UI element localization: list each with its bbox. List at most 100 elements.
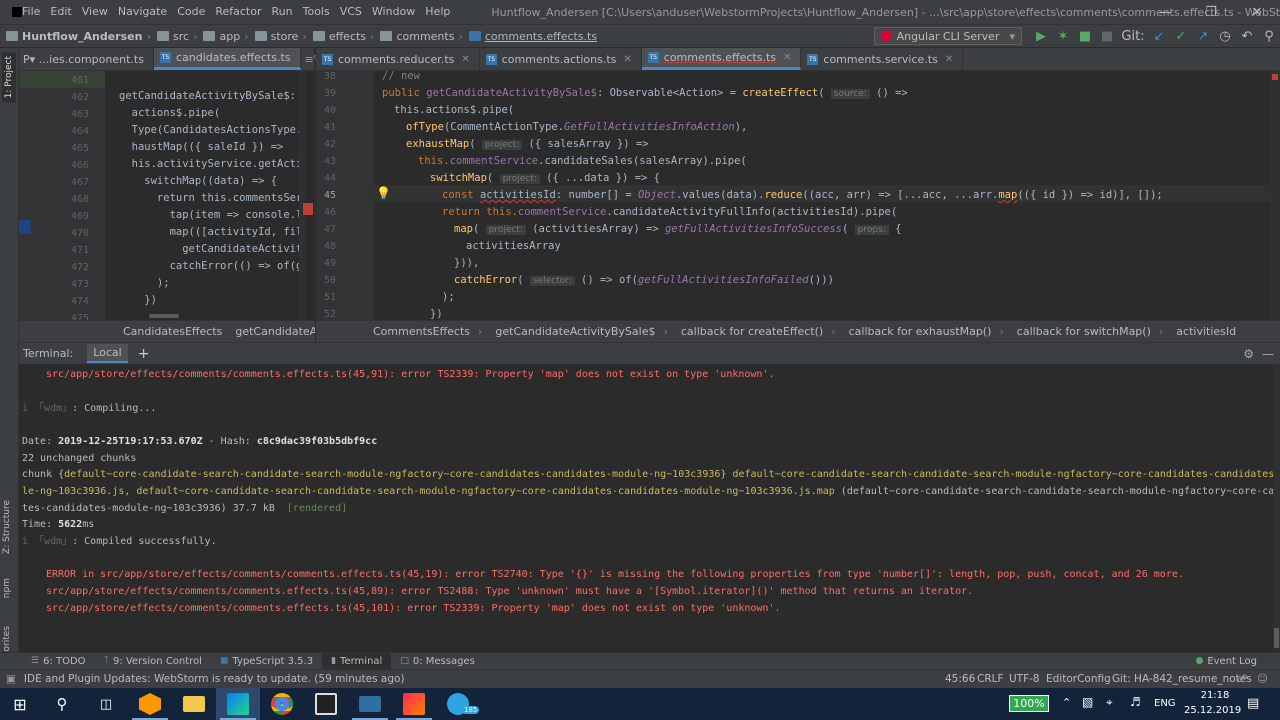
history-icon[interactable]: ◷ [1214, 25, 1236, 47]
typescript-tool-button[interactable]: ■ TypeScript 3.5.3 [211, 653, 322, 670]
taskbar-app-telegram[interactable]: 185 [436, 688, 480, 720]
wifi-icon[interactable]: ⌖ [1106, 695, 1113, 710]
tray-chevron-icon[interactable]: ⌃ [1062, 696, 1071, 709]
menu-vcs[interactable]: VCS [335, 0, 367, 24]
git-update-icon[interactable]: ↙ [1148, 25, 1170, 47]
terminal-tab-local[interactable]: Local [87, 344, 128, 363]
breadcrumb-class[interactable]: CandidatesEffects [123, 325, 222, 338]
breadcrumb-method[interactable]: getCandidateActivityBySale$ [495, 325, 655, 338]
close-tab-icon[interactable]: ✕ [945, 54, 953, 65]
status-panel-icon[interactable]: ▣ [6, 673, 16, 685]
language-indicator[interactable]: ENG [1154, 698, 1176, 709]
taskbar-app-mysql[interactable] [348, 688, 392, 720]
taskbar-app-sublime[interactable] [128, 688, 172, 720]
terminal-tool-button[interactable]: ▮ Terminal [322, 652, 392, 670]
clock-date[interactable]: 25.12.2019 [1184, 705, 1241, 716]
minimize-icon[interactable]: — [1142, 0, 1188, 24]
terminal-output[interactable]: src/app/store/effects/comments/comments.… [19, 364, 1273, 652]
editor-tab-comments-reducer[interactable]: TS comments.reducer.ts ✕ [316, 48, 480, 70]
taskbar-app-jetbrains[interactable] [392, 688, 436, 720]
hide-panel-icon[interactable]: — [1262, 347, 1274, 361]
breadcrumb-callback-3[interactable]: callback for switchMap() [1017, 325, 1151, 338]
project-tool-tab[interactable]: 1: Project [2, 52, 16, 103]
menu-code[interactable]: Code [172, 0, 210, 24]
error-marker[interactable] [303, 203, 313, 215]
inspector-icon[interactable]: ☺ [1257, 673, 1268, 685]
messages-tool-button[interactable]: □ 0: Messages [391, 653, 483, 670]
menu-edit[interactable]: Edit [45, 0, 76, 24]
revert-icon[interactable]: ↶ [1236, 25, 1258, 47]
menu-window[interactable]: Window [367, 0, 420, 24]
breadcrumb-src[interactable]: src › [151, 30, 197, 43]
task-view-icon[interactable]: ◫ [84, 688, 128, 720]
breadcrumb-store[interactable]: store › [249, 30, 307, 43]
menu-view[interactable]: View [77, 0, 113, 24]
npm-tool-tab[interactable]: npm [2, 578, 12, 598]
breadcrumb-method[interactable]: getCandidateActivity [235, 325, 315, 338]
close-tab-icon[interactable]: ✕ [623, 54, 631, 65]
chevron-down-icon: ▾ [1009, 29, 1015, 43]
run-icon[interactable]: ▶ [1030, 25, 1052, 47]
status-message[interactable]: IDE and Plugin Updates: WebStorm is read… [24, 673, 405, 685]
run-config-select[interactable]: Angular CLI Server ▾ [873, 27, 1022, 45]
editor-tab-comments-service[interactable]: TS comments.service.ts ✕ [801, 48, 964, 70]
breadcrumb-callback-1[interactable]: callback for createEffect() [681, 325, 823, 338]
menu-run[interactable]: Run [267, 0, 298, 24]
debug-icon[interactable]: ✶ [1052, 25, 1074, 47]
taskbar-app-chrome[interactable] [260, 688, 304, 720]
structure-tool-tab[interactable]: Z: Structure [2, 500, 12, 554]
editor-tab-candidates-effects[interactable]: TS candidates.effects.ts [153, 48, 301, 70]
windows-start-icon[interactable]: ⊞ [0, 688, 40, 720]
coverage-icon[interactable]: ■ [1074, 25, 1096, 47]
right-scrollbar[interactable] [1270, 71, 1280, 320]
terminal-scrollbar[interactable] [1273, 364, 1280, 652]
left-scrollbar[interactable] [299, 71, 305, 320]
menu-navigate[interactable]: Navigate [113, 0, 172, 24]
line-separator[interactable]: CRLF [977, 673, 1004, 685]
search-icon[interactable]: ⚲ [40, 688, 84, 720]
breadcrumb-file[interactable]: comments.effects.ts [463, 30, 597, 43]
menu-help[interactable]: Help [420, 0, 455, 24]
git-commit-icon[interactable]: ✓ [1170, 25, 1192, 47]
lightbulb-icon[interactable]: 💡 [376, 186, 391, 200]
breadcrumb-callback-2[interactable]: callback for exhaustMap() [849, 325, 992, 338]
event-log-button[interactable]: ● Event Log [1186, 653, 1266, 670]
gear-icon[interactable]: ⚙ [1243, 347, 1254, 361]
file-encoding[interactable]: UTF-8 [1009, 673, 1040, 685]
editor-tab-comments-actions[interactable]: TS comments.actions.ts ✕ [480, 48, 642, 70]
taskbar-app-explorer[interactable] [172, 688, 216, 720]
breadcrumb-comments[interactable]: comments › [374, 30, 463, 43]
version-control-tool-button[interactable]: ᛏ 9: Version Control [95, 653, 211, 670]
todo-tool-button[interactable]: ☰ 6: TODO [22, 653, 95, 670]
volume-icon[interactable]: ♬ [1130, 695, 1141, 709]
breadcrumb-class[interactable]: CommentsEffects [373, 325, 470, 338]
editor-tab-components[interactable]: P▾ ...ies.component.ts [19, 48, 154, 70]
menu-tools[interactable]: Tools [298, 0, 335, 24]
search-everywhere-icon[interactable]: ⚲ [1258, 25, 1280, 47]
add-terminal-icon[interactable]: + [138, 346, 150, 362]
menu-refactor[interactable]: Refactor [210, 0, 266, 24]
lock-icon[interactable]: ☍ [1237, 673, 1248, 685]
error-stripe-icon[interactable] [1272, 74, 1278, 80]
stop-icon[interactable]: ■ [1096, 25, 1118, 47]
restore-icon[interactable]: ❐ [1188, 0, 1234, 24]
breadcrumb-effects[interactable]: effects › [307, 30, 374, 43]
notification-icon[interactable]: ▤ [1247, 696, 1259, 711]
close-tab-icon[interactable]: ✕ [461, 54, 469, 65]
caret-position[interactable]: 45:66 [945, 673, 975, 685]
breadcrumb-app[interactable]: app › [197, 30, 249, 43]
left-h-scrollbar[interactable] [149, 314, 179, 318]
editorconfig-status[interactable]: EditorConfig [1046, 673, 1111, 685]
editor-tab-comments-effects[interactable]: TS comments.effects.ts ✕ [641, 48, 802, 70]
breadcrumb-project[interactable]: Huntflow_Andersen › [0, 30, 151, 43]
network-icon[interactable]: ▧ [1082, 695, 1093, 709]
git-branch[interactable]: Git: HA-842_resume_notes [1112, 673, 1252, 685]
battery-indicator[interactable]: 100% [1009, 695, 1049, 712]
taskbar-app-photos[interactable] [304, 688, 348, 720]
git-push-icon[interactable]: ↗ [1192, 25, 1214, 47]
taskbar-app-webstorm[interactable] [216, 688, 260, 720]
clock-time[interactable]: 21:18 [1196, 690, 1234, 701]
breadcrumb-variable[interactable]: activitiesId [1176, 325, 1236, 338]
close-icon[interactable]: ✕ [1234, 0, 1280, 24]
close-tab-icon[interactable]: ✕ [783, 52, 791, 63]
